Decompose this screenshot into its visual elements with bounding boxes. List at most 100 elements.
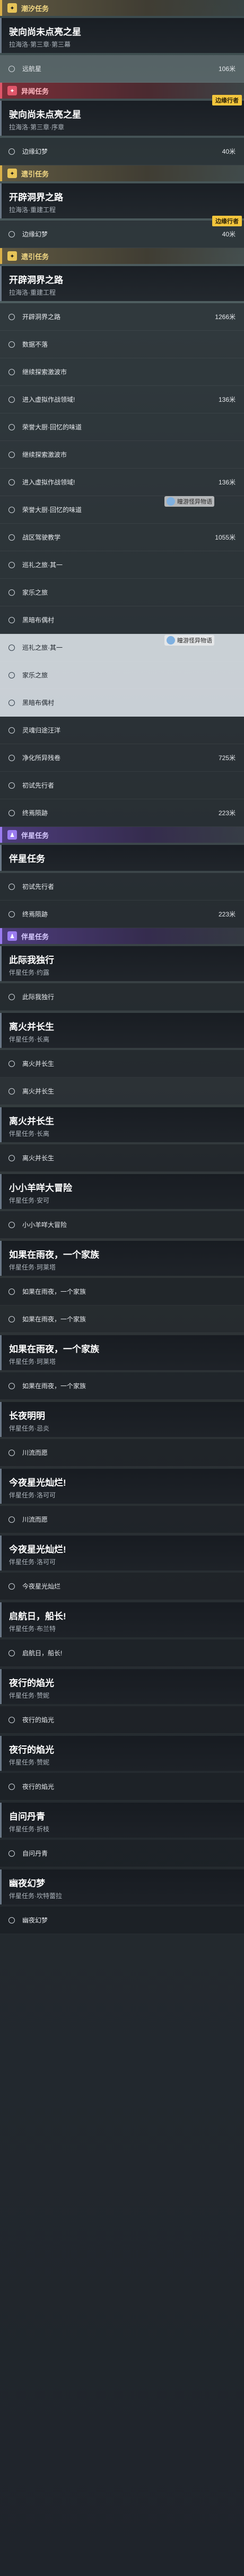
quest-card[interactable]: 驶向尚未点亮之星 拉海洛·第三章·第三幕: [0, 18, 244, 53]
quest-title: 长夜明明: [9, 1411, 45, 1421]
objective-distance: 223米: [218, 809, 236, 817]
quest-subtitle: 伴星任务·折枝: [9, 1825, 49, 1833]
objective-label: 终焉陨跡: [22, 911, 48, 918]
objective-distance: 136米: [218, 396, 236, 403]
objective-radio-icon: [8, 782, 15, 789]
quest-category-icon: ✦: [7, 86, 17, 95]
objective-row[interactable]: 进入虚拟作战领域! 136米: [0, 469, 244, 496]
objective-label: 幽夜幻梦: [22, 1917, 48, 1924]
objective-radio-icon: [8, 883, 15, 890]
objective-label: 进入虚拟作战领域!: [22, 479, 75, 486]
objective-row[interactable]: 荣誉大厨·回忆的味道: [0, 413, 244, 441]
objective-row[interactable]: 边缘幻梦 40米 边缘行者: [0, 216, 244, 248]
objective-radio-icon: [8, 1449, 15, 1456]
objective-row[interactable]: 幽夜幻梦: [0, 1907, 244, 1934]
quest-card[interactable]: 驶向尚未点亮之星 拉海洛·第三章·序章 边缘行者: [0, 95, 244, 136]
objective-row[interactable]: 如果在雨夜，一个家族: [0, 1278, 244, 1305]
objective-row[interactable]: 离火并长生: [0, 1144, 244, 1172]
section-header-label: 伴星任务: [21, 932, 49, 941]
objective-row[interactable]: 夜行的焰光: [0, 1706, 244, 1734]
objective-distance: 40米: [222, 148, 236, 155]
objective-row[interactable]: 灵魂归途汪洋: [0, 717, 244, 744]
objective-row[interactable]: 战区驾驶教学 1055米: [0, 524, 244, 551]
quest-title: 夜行的焰光: [9, 1745, 54, 1755]
quest-card[interactable]: 夜行的焰光 伴星任务·赞妮: [0, 1669, 244, 1704]
section-header: ✦ 潮汐任务: [0, 0, 244, 16]
quest-card[interactable]: 幽夜幻梦 伴星任务·坎特蕾拉: [0, 1869, 244, 1904]
objective-distance: 136米: [218, 479, 236, 486]
objective-row[interactable]: 终焉陨跡 223米: [0, 901, 244, 928]
quest-card[interactable]: 如果在雨夜，一个家族 伴星任务·珂莱塔: [0, 1335, 244, 1370]
quest-title: 启航日，船长!: [9, 1611, 66, 1621]
objective-row[interactable]: 初试先行者: [0, 873, 244, 901]
objective-row[interactable]: 初试先行者: [0, 772, 244, 799]
objective-radio-icon: [8, 1154, 15, 1161]
quest-card[interactable]: 自问丹青 伴星任务·折枝: [0, 1803, 244, 1838]
objective-row[interactable]: 黑暗布偶村: [0, 606, 244, 634]
objective-row[interactable]: 进入虚拟作战领域! 136米: [0, 386, 244, 413]
objective-label: 离火并长生: [22, 1060, 55, 1068]
quest-title: 驶向尚未点亮之星: [9, 110, 81, 120]
objective-radio-icon: [8, 1288, 15, 1295]
objective-row[interactable]: 净化所异残卷 725米: [0, 744, 244, 772]
objective-row[interactable]: 如果在雨夜，一个家族: [0, 1305, 244, 1333]
quest-card[interactable]: 此际我独行 伴星任务·约露: [0, 946, 244, 981]
objective-row[interactable]: 启航日，船长!: [0, 1639, 244, 1667]
objective-row[interactable]: 夜行的焰光: [0, 1773, 244, 1801]
objective-row[interactable]: 终焉陨跡 223米: [0, 799, 244, 827]
objective-radio-icon: [8, 1382, 15, 1389]
quest-card[interactable]: 离火并长生 伴星任务·长离: [0, 1013, 244, 1048]
quest-card[interactable]: 夜行的焰光 伴星任务·赞妮: [0, 1736, 244, 1771]
quest-category-icon: ✦: [7, 169, 17, 178]
objective-row[interactable]: 今夜星光灿烂: [0, 1573, 244, 1600]
quest-card[interactable]: 今夜星光灿烂! 伴星任务·洛可可: [0, 1469, 244, 1504]
objective-row[interactable]: 离火并长生: [0, 1078, 244, 1105]
objective-row[interactable]: 继续探索激波市: [0, 358, 244, 386]
objective-radio-icon: [8, 1783, 15, 1790]
objective-label: 小小羊咩大冒险: [22, 1221, 67, 1229]
objective-row[interactable]: 边缘幻梦 40米: [0, 138, 244, 165]
section-header-label: 遗引任务: [21, 252, 49, 261]
objective-radio-icon: [8, 396, 15, 403]
quest-card[interactable]: 小小羊咩大冒险 伴星任务·安可: [0, 1174, 244, 1209]
section-header-label: 伴星任务: [21, 831, 49, 840]
objective-row[interactable]: 继续探索激波市: [0, 441, 244, 469]
quest-card[interactable]: 伴星任务: [0, 845, 244, 871]
objective-row[interactable]: 数据不落: [0, 331, 244, 358]
objective-row[interactable]: 自问丹青: [0, 1840, 244, 1867]
section-header-label: 遗引任务: [21, 170, 49, 178]
objective-label: 自问丹青: [22, 1850, 48, 1857]
objective-row[interactable]: 远航星 106米: [0, 55, 244, 83]
quest-category-icon: ✦: [7, 3, 17, 13]
objective-row[interactable]: 小小羊咩大冒险: [0, 1211, 244, 1239]
objective-row[interactable]: 家乐之旅: [0, 661, 244, 689]
quest-card[interactable]: 开辟洞界之路 拉海洛·重建工程: [0, 266, 244, 301]
quest-card[interactable]: 长夜明明 伴星任务·忌炎: [0, 1402, 244, 1437]
objective-row[interactable]: 黑暗布偶村: [0, 689, 244, 717]
objective-radio-icon: [8, 809, 15, 816]
quest-title: 伴星任务: [9, 854, 45, 864]
quest-card[interactable]: 如果在雨夜，一个家族 伴星任务·珂莱塔: [0, 1241, 244, 1276]
objective-row[interactable]: 巡礼之旅·其一: [0, 551, 244, 579]
quest-subtitle: 伴星任务·洛可可: [9, 1492, 56, 1499]
objective-row[interactable]: 此际我独行: [0, 983, 244, 1011]
quest-card[interactable]: 今夜星光灿烂! 伴星任务·洛可可: [0, 1536, 244, 1571]
quest-category-icon: ✦: [7, 251, 17, 261]
objective-row[interactable]: 开辟洞界之路 1266米: [0, 303, 244, 331]
watermark-2: 瞳游怪异物语: [164, 635, 214, 646]
objective-radio-icon: [8, 644, 15, 651]
quest-title: 离火并长生: [9, 1116, 54, 1126]
quest-card[interactable]: 启航日，船长! 伴星任务·布兰特: [0, 1602, 244, 1637]
quest-card[interactable]: 离火并长生 伴星任务·长离: [0, 1107, 244, 1142]
objective-row[interactable]: 川流而愿: [0, 1439, 244, 1467]
objective-row[interactable]: 如果在雨夜，一个家族: [0, 1372, 244, 1400]
watermark-1: 瞳游怪异物语: [164, 496, 214, 507]
objective-label: 继续探索激波市: [22, 368, 67, 376]
objective-row[interactable]: 家乐之旅: [0, 579, 244, 606]
objective-radio-icon: [8, 754, 15, 761]
quest-title: 驶向尚未点亮之星: [9, 27, 81, 37]
objective-row[interactable]: 川流而愿: [0, 1506, 244, 1533]
quest-subtitle: 拉海洛·重建工程: [9, 206, 56, 214]
objective-row[interactable]: 离火并长生: [0, 1050, 244, 1078]
quest-card[interactable]: 开辟洞界之路 拉海洛·重建工程: [0, 183, 244, 218]
